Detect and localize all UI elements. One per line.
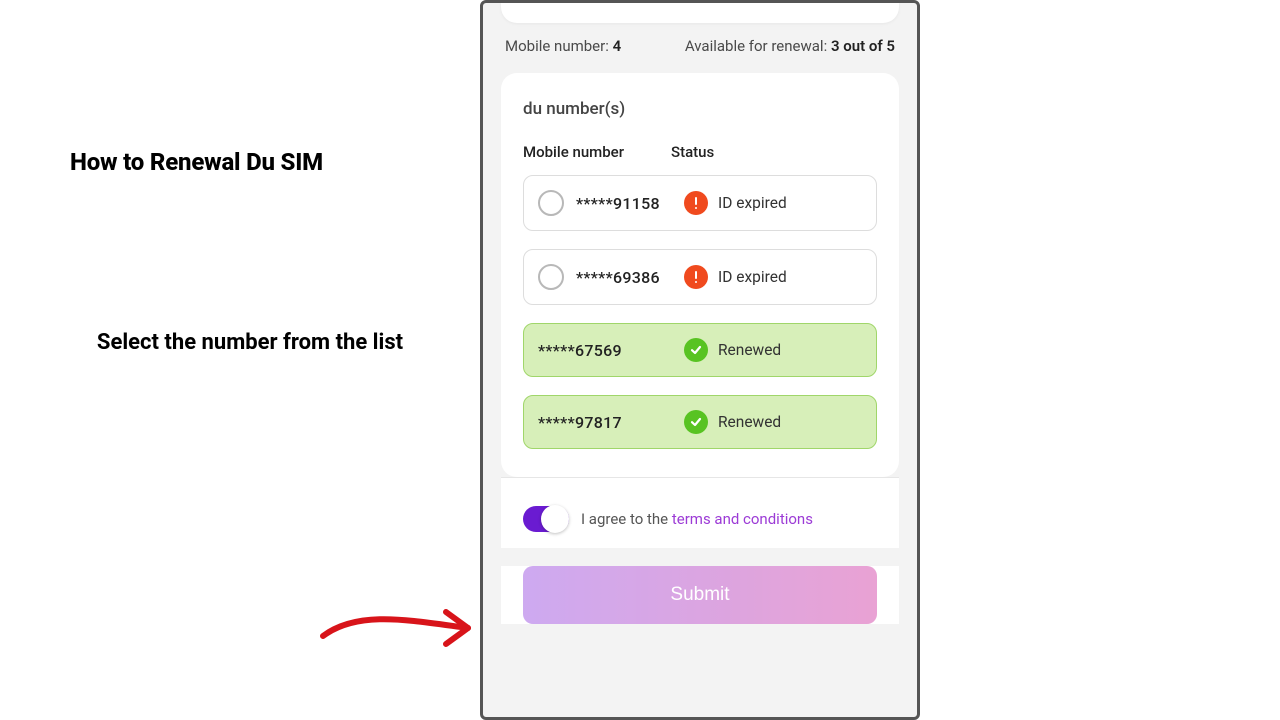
card-title: du number(s): [523, 99, 877, 119]
terms-link[interactable]: terms and conditions: [672, 510, 813, 528]
masked-number: *****67569: [538, 341, 684, 360]
summary-bar: Mobile number: 4 Available for renewal: …: [483, 23, 917, 73]
masked-number: *****97817: [538, 413, 684, 432]
col-status: Status: [671, 143, 877, 161]
check-icon: [684, 410, 708, 434]
agree-prefix: I agree to the: [581, 510, 672, 528]
agree-text: I agree to the terms and conditions: [581, 510, 813, 528]
masked-number: *****91158: [576, 194, 684, 213]
toggle-knob-icon: [541, 505, 569, 533]
status-text: Renewed: [718, 413, 781, 431]
status-text: ID expired: [718, 194, 787, 212]
warning-icon: [684, 265, 708, 289]
status-text: Renewed: [718, 341, 781, 359]
status-text: ID expired: [718, 268, 787, 286]
masked-number: *****69386: [576, 268, 684, 287]
annotation-title: How to Renewal Du SIM: [70, 148, 323, 176]
agree-section: I agree to the terms and conditions: [501, 477, 899, 548]
mobile-count-label-text: Mobile number:: [505, 37, 609, 55]
phone-frame: Mobile number: 4 Available for renewal: …: [480, 0, 920, 720]
submit-button[interactable]: Submit: [523, 566, 877, 624]
available-label-text: Available for renewal:: [685, 37, 827, 55]
number-row: *****97817 Renewed: [523, 395, 877, 449]
number-row[interactable]: *****69386 ID expired: [523, 249, 877, 305]
check-icon: [684, 338, 708, 362]
number-row[interactable]: *****91158 ID expired: [523, 175, 877, 231]
annotation-arrow-icon: [318, 598, 488, 658]
agree-toggle[interactable]: [523, 506, 569, 532]
col-mobile-number: Mobile number: [523, 143, 671, 161]
available-value: 3 out of 5: [831, 37, 895, 55]
radio-unchecked-icon[interactable]: [538, 190, 564, 216]
column-headers: Mobile number Status: [523, 143, 877, 161]
warning-icon: [684, 191, 708, 215]
numbers-card: du number(s) Mobile number Status *****9…: [501, 73, 899, 477]
mobile-count-value: 4: [613, 37, 622, 55]
mobile-count-label: Mobile number: 4: [505, 37, 621, 55]
radio-unchecked-icon[interactable]: [538, 264, 564, 290]
available-label: Available for renewal: 3 out of 5: [685, 37, 895, 55]
previous-card-slice: [501, 3, 899, 23]
annotation-subtitle: Select the number from the list: [90, 326, 410, 360]
number-row: *****67569 Renewed: [523, 323, 877, 377]
